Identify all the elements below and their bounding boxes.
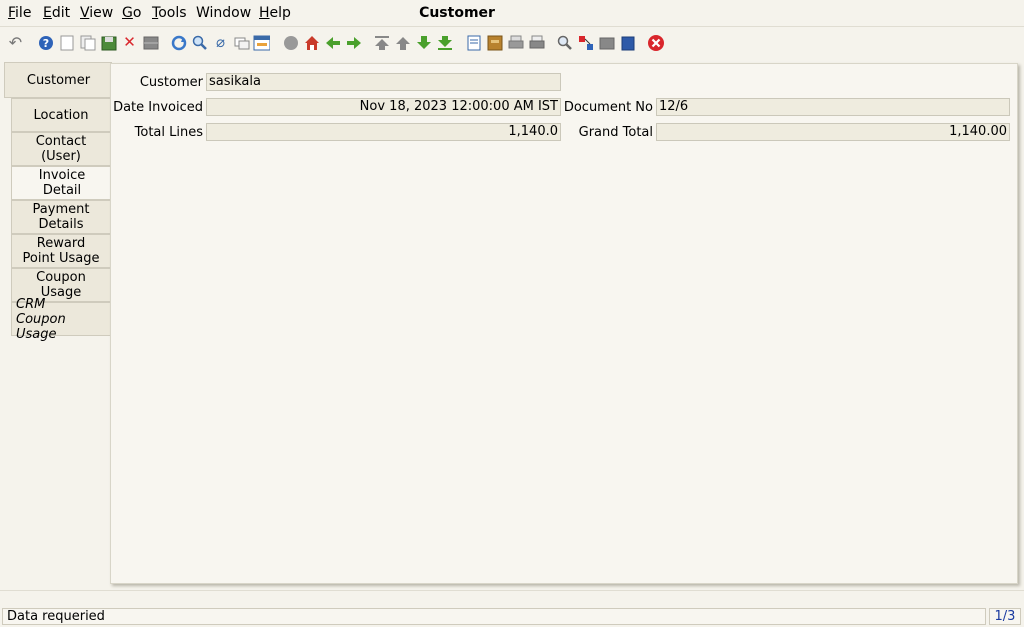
svg-text:?: ? <box>42 37 48 50</box>
next-tab-icon[interactable] <box>345 34 362 51</box>
previous-record-icon[interactable] <box>394 34 411 51</box>
chat-icon[interactable] <box>233 34 250 51</box>
grand-total-label: Grand Total <box>578 125 653 140</box>
document-no-label: Document No <box>563 100 653 115</box>
document-no-field[interactable]: 12/6 <box>656 98 1010 116</box>
date-invoiced-field[interactable]: Nov 18, 2023 12:00:00 AM IST <box>206 98 561 116</box>
next-record-icon[interactable] <box>415 34 432 51</box>
save-icon[interactable] <box>100 34 117 51</box>
tab-location[interactable]: Location <box>11 98 110 132</box>
customer-field[interactable]: sasikala <box>206 73 561 91</box>
bottom-separator <box>0 590 1024 591</box>
grand-total-field[interactable]: 1,140.00 <box>656 123 1010 141</box>
refresh-icon[interactable] <box>170 34 187 51</box>
request-icon[interactable] <box>619 34 636 51</box>
history-icon[interactable] <box>253 34 270 51</box>
record-position[interactable]: 1/3 <box>989 608 1021 625</box>
date-invoiced-label: Date Invoiced <box>113 100 203 115</box>
copy-record-icon[interactable] <box>79 34 96 51</box>
record-panel: Customer sasikala Date Invoiced Nov 18, … <box>110 63 1018 584</box>
workflow-icon[interactable] <box>577 34 594 51</box>
status-message: Data requeried <box>2 608 986 625</box>
tab-customer[interactable]: Customer <box>4 62 112 98</box>
help-icon[interactable]: ? <box>37 34 54 51</box>
exit-icon[interactable] <box>647 34 664 51</box>
parent-icon[interactable] <box>282 34 299 51</box>
window-title: Customer <box>419 5 495 21</box>
attachment-icon[interactable]: ⌀ <box>212 34 229 51</box>
find-icon[interactable] <box>191 34 208 51</box>
total-lines-field[interactable]: 1,140.0 <box>206 123 561 141</box>
total-lines-label: Total Lines <box>134 125 203 140</box>
tab-invoice-detail[interactable]: Invoice Detail <box>11 166 112 200</box>
new-record-icon[interactable] <box>58 34 75 51</box>
status-bar: Data requeried 1/3 <box>0 606 1024 627</box>
delete-icon[interactable]: ✕ <box>121 34 138 51</box>
tab-crm-coupon-usage[interactable]: CRM Coupon Usage <box>11 297 110 342</box>
tab-strip: Customer Location Contact (User) Invoice D… <box>0 62 112 342</box>
customer-label: Customer <box>139 75 203 90</box>
archive-icon[interactable] <box>486 34 503 51</box>
product-info-icon[interactable] <box>598 34 615 51</box>
undo-icon[interactable]: ↶ <box>7 34 24 51</box>
report-icon[interactable] <box>465 34 482 51</box>
tab-reward-point-usage[interactable]: Reward Point Usage <box>11 234 110 268</box>
tab-contact-user[interactable]: Contact (User) <box>11 132 110 166</box>
zoom-icon[interactable] <box>556 34 573 51</box>
grid-toggle-icon[interactable] <box>142 34 159 51</box>
menu-bar: File Edit View Go Tools Window Help Cust… <box>0 0 1024 27</box>
first-record-icon[interactable] <box>373 34 390 51</box>
last-record-icon[interactable] <box>436 34 453 51</box>
toolbar: ↶ ? ✕ ⌀ <box>0 28 1024 58</box>
tab-payment-details[interactable]: Payment Details <box>11 200 110 234</box>
previous-tab-icon[interactable] <box>324 34 341 51</box>
home-icon[interactable] <box>303 34 320 51</box>
print-icon[interactable] <box>528 34 545 51</box>
print-preview-icon[interactable] <box>507 34 524 51</box>
